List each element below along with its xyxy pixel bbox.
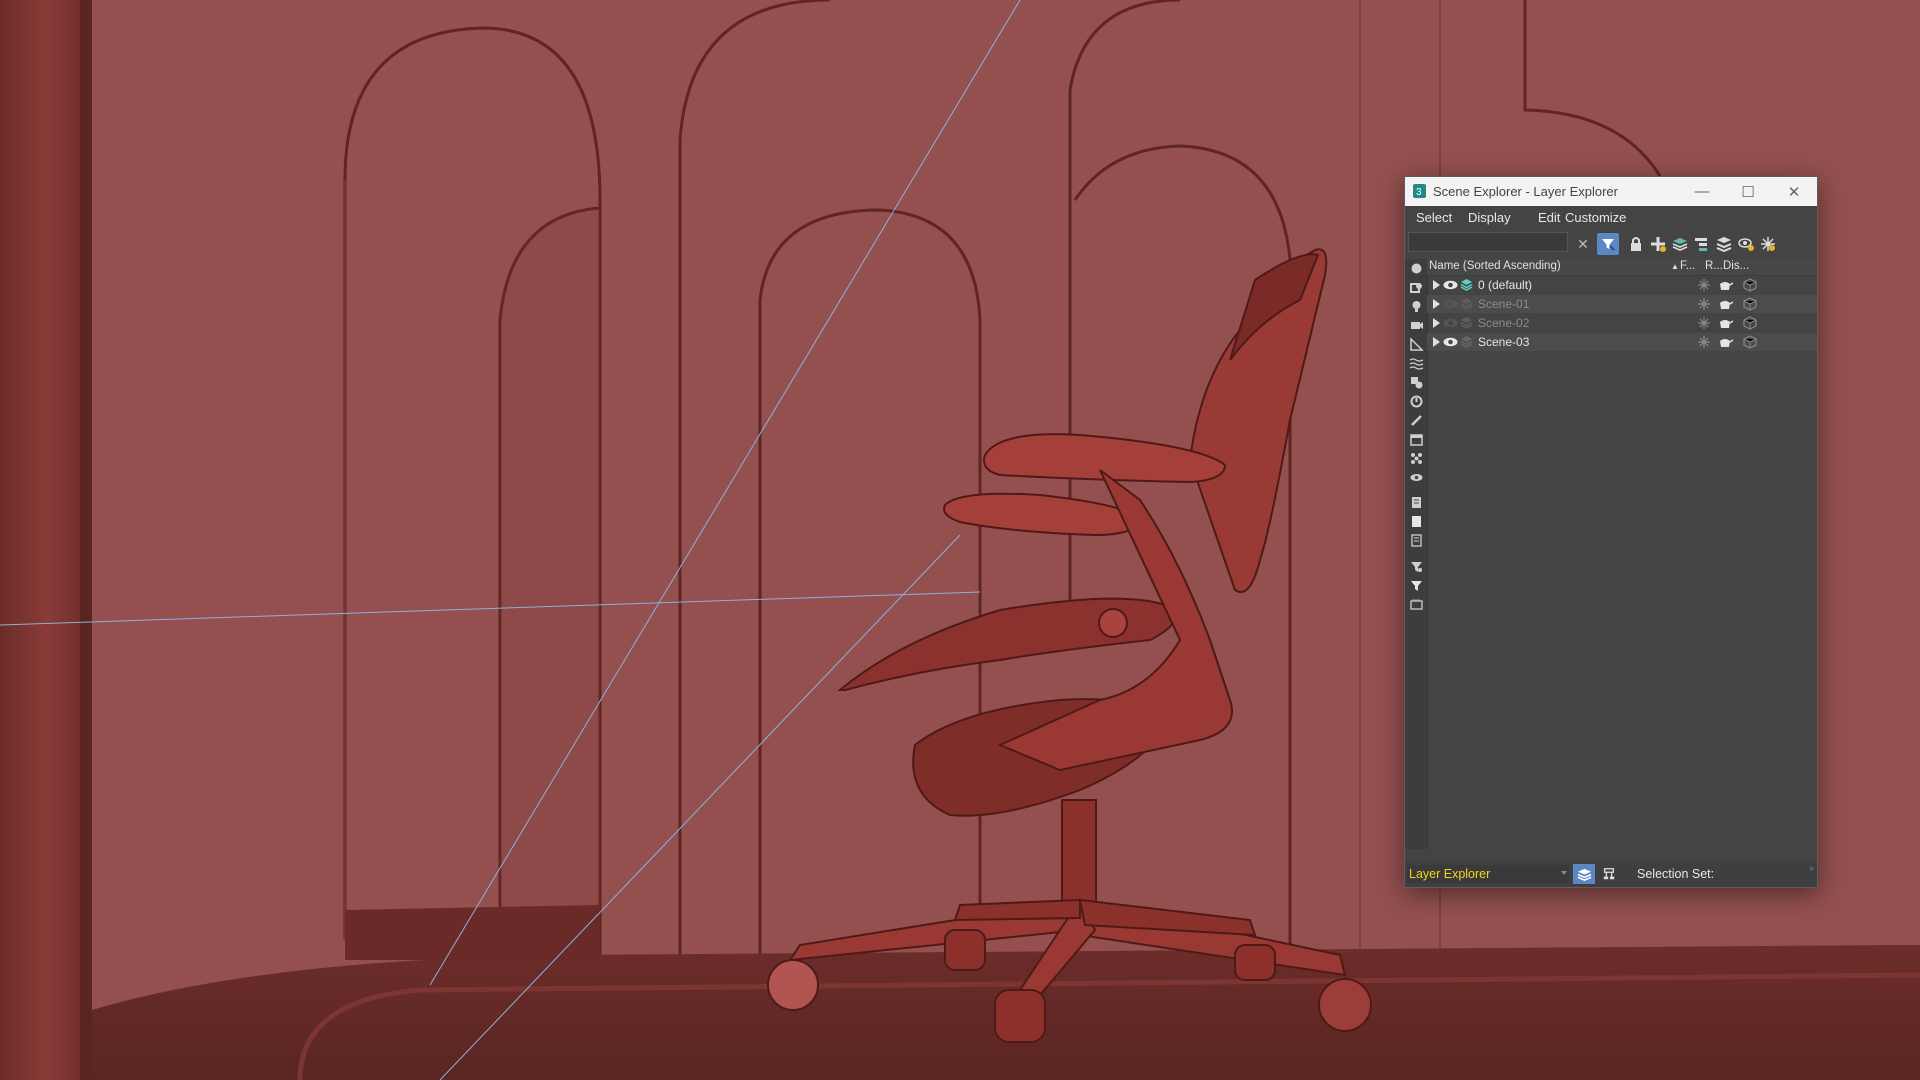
settings-icon[interactable]: [1757, 233, 1779, 255]
layer-list: Name (Sorted Ascending) ▲ F... R... Dis.…: [1427, 259, 1817, 849]
display-box-icon[interactable]: [1743, 316, 1757, 330]
shapes-filter-icon[interactable]: [1407, 278, 1425, 296]
layer-icon: [1460, 298, 1473, 310]
hidden-eye-icon[interactable]: [1443, 317, 1458, 329]
render-teapot-icon[interactable]: [1717, 335, 1733, 349]
groups-filter-icon[interactable]: [1407, 373, 1425, 391]
minimize-button[interactable]: —: [1679, 177, 1725, 206]
add-to-layer-icon[interactable]: [1669, 233, 1691, 255]
render-teapot-icon[interactable]: [1717, 278, 1733, 292]
freeze-snowflake-icon[interactable]: [1697, 297, 1711, 311]
layer-row[interactable]: Scene-03: [1427, 333, 1817, 351]
list-header: Name (Sorted Ascending) ▲ F... R... Dis.…: [1427, 259, 1817, 276]
visibility-eye-icon[interactable]: [1443, 336, 1458, 348]
menu-display[interactable]: Display: [1468, 210, 1511, 225]
particles-filter-icon[interactable]: [1407, 449, 1425, 467]
helpers-filter-icon[interactable]: [1407, 335, 1425, 353]
status-bar: Layer Explorer Selection Set: »: [1405, 861, 1817, 887]
render-teapot-icon[interactable]: [1717, 316, 1733, 330]
name-column-header[interactable]: Name (Sorted Ascending): [1429, 260, 1561, 272]
display-box-icon[interactable]: [1743, 278, 1757, 292]
scene-explorer-window[interactable]: 3 Scene Explorer - Layer Explorer — ☐ ✕ …: [1404, 176, 1818, 888]
display-box-icon[interactable]: [1743, 297, 1757, 311]
hidden-filter-icon[interactable]: [1407, 468, 1425, 486]
funnel-icon[interactable]: [1407, 576, 1425, 594]
search-input[interactable]: [1408, 232, 1568, 252]
hierarchy-mode-button[interactable]: [1599, 864, 1619, 884]
display-none-icon[interactable]: [1407, 512, 1425, 530]
expand-arrow-icon[interactable]: [1433, 318, 1440, 328]
layer-row[interactable]: 0 (default): [1427, 276, 1817, 294]
freeze-column-header[interactable]: F...: [1680, 260, 1695, 272]
layer-icon: [1460, 317, 1473, 329]
expand-arrow-icon[interactable]: [1433, 337, 1440, 347]
close-button[interactable]: ✕: [1771, 177, 1817, 206]
menu-customize[interactable]: Customize: [1565, 210, 1626, 225]
display-box-icon[interactable]: [1743, 335, 1757, 349]
bones-filter-icon[interactable]: [1407, 411, 1425, 429]
explorer-mode-dropdown[interactable]: Layer Explorer: [1407, 865, 1569, 883]
xrefs-filter-icon[interactable]: [1407, 392, 1425, 410]
freeze-snowflake-icon[interactable]: [1697, 335, 1711, 349]
menu-bar: Select Display Edit Customize: [1405, 206, 1817, 228]
hierarchy-icon: [1603, 868, 1615, 880]
sort-ascending-icon: ▲: [1671, 262, 1679, 271]
layer-name[interactable]: Scene-01: [1478, 297, 1529, 311]
lock-icon[interactable]: [1625, 233, 1647, 255]
lights-filter-icon[interactable]: [1407, 297, 1425, 315]
display-all-icon[interactable]: [1407, 493, 1425, 511]
expand-arrow-icon[interactable]: [1433, 299, 1440, 309]
display-invert-icon[interactable]: [1407, 531, 1425, 549]
active-layer-icon: [1460, 279, 1473, 291]
geometry-filter-icon[interactable]: [1407, 259, 1425, 277]
layer-mode-button[interactable]: [1573, 864, 1595, 884]
layer-name[interactable]: 0 (default): [1478, 278, 1532, 292]
visibility-eye-icon[interactable]: [1443, 279, 1458, 291]
cameras-filter-icon[interactable]: [1407, 316, 1425, 334]
left-pillar: [0, 0, 92, 1080]
hierarchy-icon[interactable]: [1691, 233, 1713, 255]
layer-row[interactable]: Scene-01: [1427, 295, 1817, 313]
filter-sidebar: [1405, 259, 1428, 849]
panel-expand-icon[interactable]: »: [1809, 863, 1814, 873]
layers-icon: [1577, 868, 1591, 881]
spacewarps-filter-icon[interactable]: [1407, 354, 1425, 372]
freeze-snowflake-icon[interactable]: [1697, 316, 1711, 330]
render-column-header[interactable]: R...: [1705, 260, 1723, 272]
layer-name[interactable]: Scene-02: [1478, 316, 1529, 330]
expand-arrow-icon[interactable]: [1433, 280, 1440, 290]
layer-name[interactable]: Scene-03: [1478, 335, 1529, 349]
render-teapot-icon[interactable]: [1717, 297, 1733, 311]
window-title: Scene Explorer - Layer Explorer: [1433, 184, 1618, 199]
layer-icon: [1460, 336, 1473, 348]
filter-icon[interactable]: [1597, 233, 1619, 255]
toolbar: ✕: [1405, 228, 1817, 258]
app-logo-icon: 3: [1413, 184, 1426, 198]
title-bar[interactable]: 3 Scene Explorer - Layer Explorer — ☐ ✕: [1405, 177, 1817, 206]
svg-text:3: 3: [1416, 187, 1422, 198]
filter-toggle-icon[interactable]: [1407, 557, 1425, 575]
selection-set-label: Selection Set:: [1637, 867, 1715, 881]
selection-set-icon[interactable]: [1407, 595, 1425, 613]
display-column-header[interactable]: Dis...: [1723, 260, 1749, 272]
maximize-button[interactable]: ☐: [1725, 177, 1771, 206]
clear-search-icon[interactable]: ✕: [1572, 233, 1594, 255]
layer-row[interactable]: Scene-02: [1427, 314, 1817, 332]
hidden-eye-icon[interactable]: [1443, 298, 1458, 310]
menu-select[interactable]: Select: [1416, 210, 1452, 225]
explorer-mode-value: Layer Explorer: [1409, 867, 1491, 881]
new-layer-icon[interactable]: [1647, 233, 1669, 255]
eye-settings-icon[interactable]: [1735, 233, 1757, 255]
layers-icon[interactable]: [1713, 233, 1735, 255]
containers-filter-icon[interactable]: [1407, 430, 1425, 448]
freeze-snowflake-icon[interactable]: [1697, 278, 1711, 292]
chevron-down-icon: [1561, 871, 1567, 875]
menu-edit[interactable]: Edit: [1538, 210, 1560, 225]
